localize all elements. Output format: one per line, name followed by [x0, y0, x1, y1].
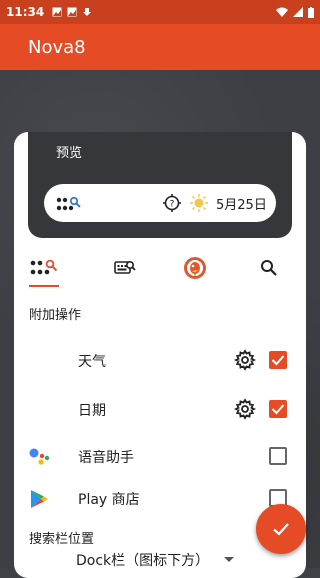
preview-date: 5月25日 — [216, 198, 267, 213]
wifi-icon — [276, 7, 288, 17]
row-weather[interactable]: 天气 — [14, 340, 306, 380]
row-date[interactable]: 日期 — [14, 389, 306, 429]
check-icon — [271, 355, 285, 366]
date-checkbox[interactable] — [269, 400, 287, 418]
preview-label: 预览 — [56, 146, 83, 161]
row-voice-assistant[interactable]: 语音助手 — [14, 436, 306, 476]
tab-nova-search[interactable] — [19, 248, 69, 288]
duckduckgo-icon — [184, 257, 206, 279]
row-label: 语音助手 — [78, 450, 134, 466]
active-tab-indicator — [29, 285, 59, 287]
svg-text:?: ? — [170, 200, 175, 210]
image-icon — [67, 7, 77, 17]
play-store-icon — [31, 490, 48, 508]
keyboard-search-icon — [114, 260, 136, 274]
check-icon — [271, 404, 285, 415]
nova-search-icon — [56, 196, 81, 211]
search-style-tabs — [14, 248, 306, 288]
status-time: 11:34 — [6, 5, 45, 19]
search-bar-position-dropdown[interactable]: Dock栏（图标下方） — [76, 550, 209, 570]
preview-panel: 预览 ? 5月25日 — [28, 132, 292, 238]
preview-search-bar: ? 5月25日 — [44, 184, 276, 222]
download-icon — [83, 8, 92, 16]
signal-icon — [293, 7, 303, 17]
tab-keyboard-search[interactable] — [100, 248, 150, 288]
sun-icon — [190, 194, 208, 212]
confirm-button[interactable] — [256, 504, 306, 554]
chevron-down-icon[interactable] — [224, 557, 234, 562]
row-label: Play 商店 — [78, 492, 140, 508]
gear-icon[interactable] — [234, 398, 256, 420]
weather-checkbox[interactable] — [269, 351, 287, 369]
search-icon — [261, 260, 277, 276]
gear-icon[interactable] — [234, 349, 256, 371]
background: 预览 ? 5月25日 附加操作 天气 日期 语音助手 Play 商店 搜索栏位置… — [0, 70, 320, 578]
google-assistant-icon — [29, 448, 50, 465]
weather-location-icon: ? — [163, 194, 181, 212]
app-bar: Nova8 — [0, 24, 320, 70]
section-additional-actions: 附加操作 — [29, 308, 82, 323]
image-icon — [52, 7, 62, 17]
nova-search-icon — [30, 259, 58, 275]
row-label: 天气 — [78, 354, 106, 370]
battery-icon — [308, 6, 314, 18]
row-label: 日期 — [78, 403, 106, 419]
section-search-bar-position: 搜索栏位置 — [29, 532, 95, 547]
status-bar: 11:34 — [0, 0, 320, 24]
app-title: Nova8 — [28, 36, 86, 58]
voice-assistant-checkbox[interactable] — [269, 447, 287, 465]
tab-search[interactable] — [244, 248, 294, 288]
check-icon — [273, 523, 289, 536]
tab-duckduckgo[interactable] — [170, 248, 220, 288]
